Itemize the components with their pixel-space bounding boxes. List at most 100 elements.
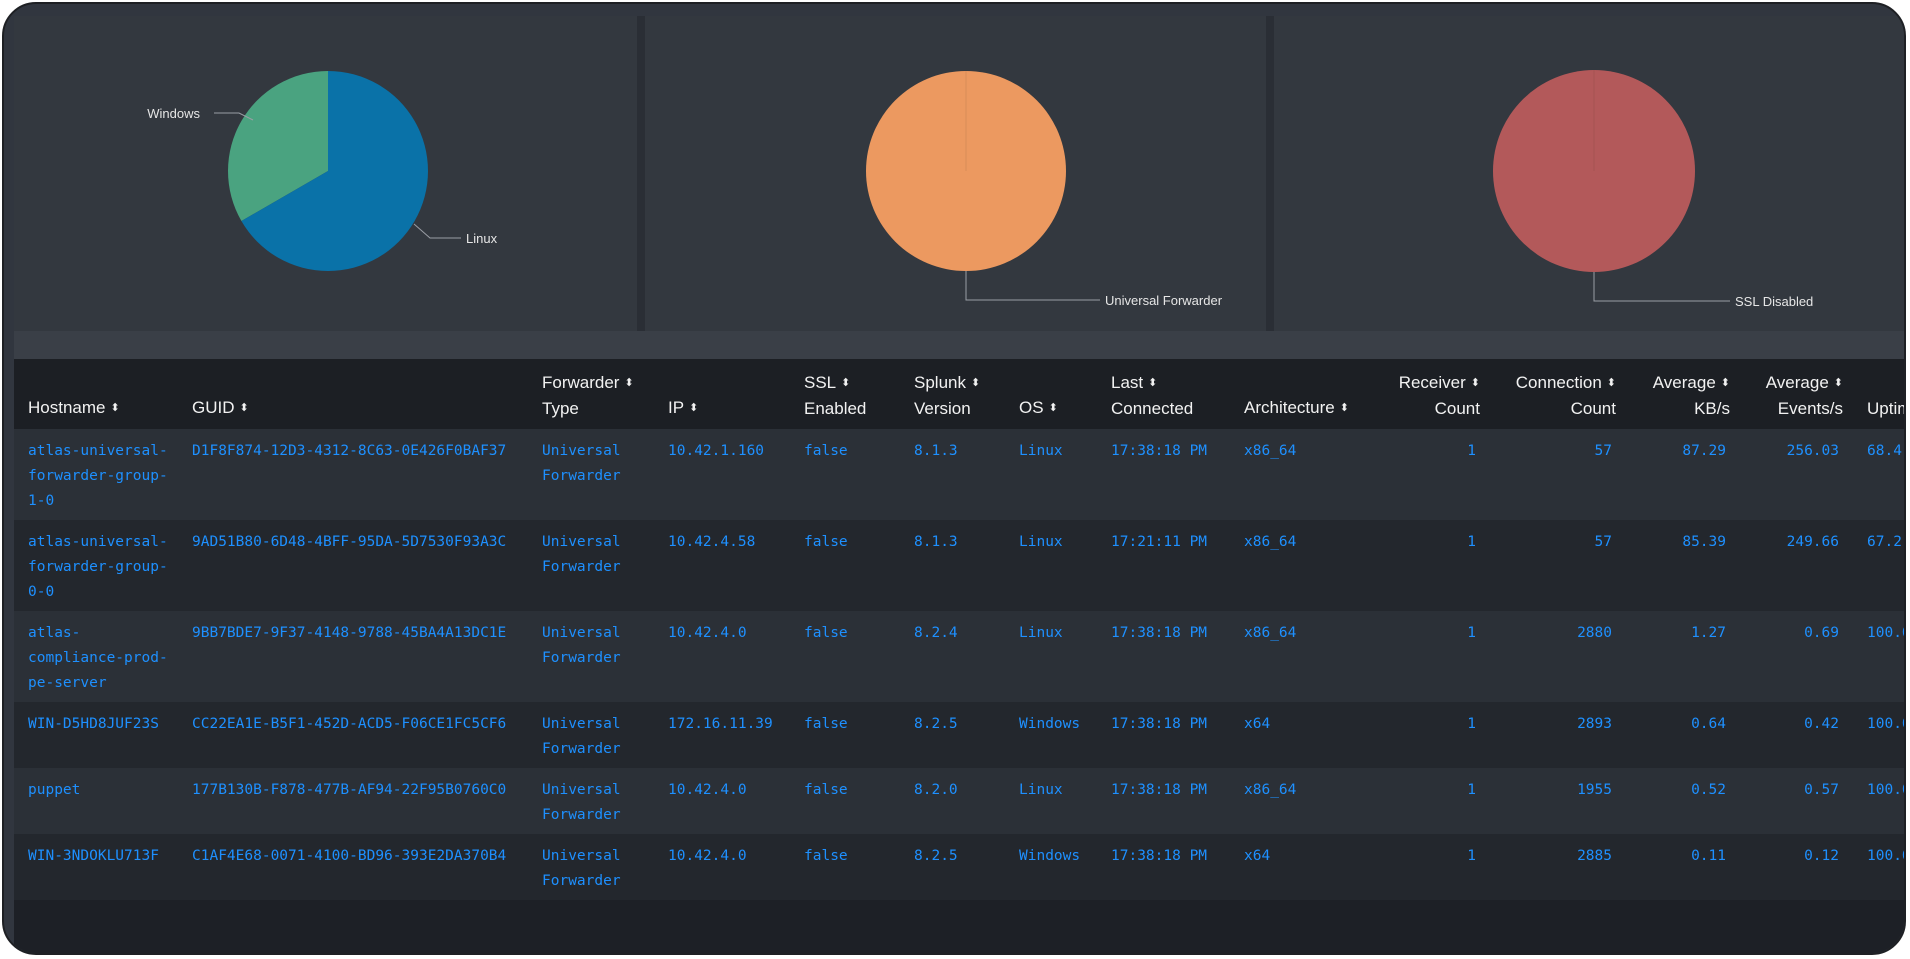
sort-icon[interactable]: ⬍ [841, 377, 850, 389]
column-header-count[interactable]: Connection ⬍ Count [1490, 359, 1626, 429]
table-cell[interactable]: WIN-D5HD8JUF23S [14, 702, 178, 768]
table-cell[interactable]: 2885 [1490, 834, 1626, 900]
table-row[interactable]: atlas-universal-forwarder-group-1-0 D1F8F… [14, 429, 1904, 520]
table-cell[interactable]: Universal Forwarder [528, 702, 654, 768]
table-cell[interactable]: 57 [1490, 429, 1626, 520]
column-header-type[interactable]: Forwarder ⬍ Type [528, 359, 654, 429]
table-cell[interactable]: Windows [1005, 834, 1097, 900]
table-cell[interactable]: 10.42.1.160 [654, 429, 790, 520]
table-cell[interactable]: 0.52 [1626, 768, 1740, 834]
table-cell[interactable]: 17:21:11 PM [1097, 520, 1230, 611]
table-row[interactable]: puppet 177B130B-F878-477B-AF94-22F95B0760… [14, 768, 1904, 834]
table-cell[interactable]: 57 [1490, 520, 1626, 611]
table-cell[interactable]: CC22EA1E-B5F1-452D-ACD5-F06CE1FC5CF6 [178, 702, 528, 768]
table-cell[interactable]: 85.39 [1626, 520, 1740, 611]
table-cell[interactable]: 249.66 [1740, 520, 1853, 611]
sort-icon[interactable]: ⬍ [971, 377, 980, 389]
table-row[interactable]: atlas-compliance-prod-pe-server 9BB7BDE7-… [14, 611, 1904, 702]
sort-icon[interactable]: ⬍ [110, 402, 119, 414]
sort-icon[interactable]: ⬍ [689, 402, 698, 414]
table-cell[interactable]: 1.27 [1626, 611, 1740, 702]
table-cell[interactable]: x86_64 [1230, 611, 1374, 702]
table-cell[interactable]: WIN-3NDOKLU713F [14, 834, 178, 900]
column-header-hostname[interactable]: Hostname ⬍ [14, 359, 178, 429]
table-cell[interactable]: 8.1.3 [900, 429, 1005, 520]
table-cell[interactable]: 68.4 [1853, 429, 1904, 520]
table-cell[interactable]: x86_64 [1230, 520, 1374, 611]
column-header-guid[interactable]: GUID ⬍ [178, 359, 528, 429]
table-cell[interactable]: 1955 [1490, 768, 1626, 834]
table-cell[interactable]: Universal Forwarder [528, 611, 654, 702]
table-cell[interactable]: Universal Forwarder [528, 429, 654, 520]
table-cell[interactable]: 8.2.0 [900, 768, 1005, 834]
table-cell[interactable]: 9BB7BDE7-9F37-4148-9788-45BA4A13DC1E [178, 611, 528, 702]
table-cell[interactable]: atlas-universal-forwarder-group-0-0 [14, 520, 178, 611]
table-cell[interactable]: 10.42.4.0 [654, 834, 790, 900]
column-header-ip[interactable]: IP ⬍ [654, 359, 790, 429]
table-cell[interactable]: 0.11 [1626, 834, 1740, 900]
table-cell[interactable]: 1 [1374, 702, 1490, 768]
table-cell[interactable]: C1AF4E68-0071-4100-BD96-393E2DA370B4 [178, 834, 528, 900]
table-cell[interactable]: Linux [1005, 429, 1097, 520]
table-row[interactable]: atlas-universal-forwarder-group-0-0 9AD51… [14, 520, 1904, 611]
table-cell[interactable]: x64 [1230, 834, 1374, 900]
column-header-kb-s[interactable]: Average ⬍ KB/s [1626, 359, 1740, 429]
table-row[interactable]: WIN-3NDOKLU713F C1AF4E68-0071-4100-BD96-3… [14, 834, 1904, 900]
sort-icon[interactable]: ⬍ [240, 402, 249, 414]
table-cell[interactable]: 8.2.4 [900, 611, 1005, 702]
column-header-connected[interactable]: Last ⬍ Connected [1097, 359, 1230, 429]
table-cell[interactable]: 0.69 [1740, 611, 1853, 702]
table-cell[interactable]: 17:38:18 PM [1097, 429, 1230, 520]
table-cell[interactable]: 1 [1374, 834, 1490, 900]
table-cell[interactable]: atlas-compliance-prod-pe-server [14, 611, 178, 702]
table-cell[interactable]: x64 [1230, 702, 1374, 768]
table-cell[interactable]: 1 [1374, 520, 1490, 611]
table-cell[interactable]: D1F8F874-12D3-4312-8C63-0E426F0BAF37 [178, 429, 528, 520]
column-header-os[interactable]: OS ⬍ [1005, 359, 1097, 429]
table-cell[interactable]: false [790, 834, 900, 900]
table-cell[interactable]: atlas-universal-forwarder-group-1-0 [14, 429, 178, 520]
column-header-version[interactable]: Splunk ⬍ Version [900, 359, 1005, 429]
table-cell[interactable]: 1 [1374, 611, 1490, 702]
table-cell[interactable]: 177B130B-F878-477B-AF94-22F95B0760C0 [178, 768, 528, 834]
table-cell[interactable]: 17:38:18 PM [1097, 702, 1230, 768]
table-cell[interactable]: 17:38:18 PM [1097, 768, 1230, 834]
sort-icon[interactable]: ⬍ [1049, 402, 1058, 414]
table-cell[interactable]: Universal Forwarder [528, 834, 654, 900]
sort-icon[interactable]: ⬍ [624, 377, 633, 389]
table-cell[interactable]: false [790, 520, 900, 611]
column-header-enabled[interactable]: SSL ⬍ Enabled [790, 359, 900, 429]
column-header-architecture[interactable]: Architecture ⬍ [1230, 359, 1374, 429]
table-cell[interactable]: 100.0 [1853, 702, 1904, 768]
table-cell[interactable]: 0.12 [1740, 834, 1853, 900]
forwarders-table-container[interactable]: Hostname ⬍ GUID ⬍ Forwarder ⬍ Type IP ⬍ SSL ⬍ Enabl… [14, 359, 1904, 953]
table-cell[interactable]: Universal Forwarder [528, 520, 654, 611]
table-cell[interactable]: 0.42 [1740, 702, 1853, 768]
table-cell[interactable]: Linux [1005, 611, 1097, 702]
table-cell[interactable]: 256.03 [1740, 429, 1853, 520]
table-cell[interactable]: 87.29 [1626, 429, 1740, 520]
table-cell[interactable]: 172.16.11.39 [654, 702, 790, 768]
table-cell[interactable]: 10.42.4.0 [654, 768, 790, 834]
sort-icon[interactable]: ⬍ [1148, 377, 1157, 389]
column-header-count[interactable]: Receiver ⬍ Count [1374, 359, 1490, 429]
table-cell[interactable]: false [790, 768, 900, 834]
table-cell[interactable]: 2893 [1490, 702, 1626, 768]
table-cell[interactable]: 0.57 [1740, 768, 1853, 834]
table-cell[interactable]: false [790, 611, 900, 702]
table-cell[interactable]: 67.2 [1853, 520, 1904, 611]
table-cell[interactable]: Windows [1005, 702, 1097, 768]
table-cell[interactable]: x86_64 [1230, 429, 1374, 520]
column-header-events-s[interactable]: Average ⬍ Events/s [1740, 359, 1853, 429]
sort-icon[interactable]: ⬍ [1607, 377, 1616, 389]
table-cell[interactable]: Universal Forwarder [528, 768, 654, 834]
sort-icon[interactable]: ⬍ [1340, 402, 1349, 414]
table-cell[interactable]: false [790, 429, 900, 520]
table-cell[interactable]: 10.42.4.58 [654, 520, 790, 611]
table-cell[interactable]: x86_64 [1230, 768, 1374, 834]
sort-icon[interactable]: ⬍ [1471, 377, 1480, 389]
table-row[interactable]: WIN-D5HD8JUF23S CC22EA1E-B5F1-452D-ACD5-F… [14, 702, 1904, 768]
table-cell[interactable]: 8.1.3 [900, 520, 1005, 611]
table-cell[interactable]: Linux [1005, 520, 1097, 611]
table-cell[interactable]: 17:38:18 PM [1097, 611, 1230, 702]
